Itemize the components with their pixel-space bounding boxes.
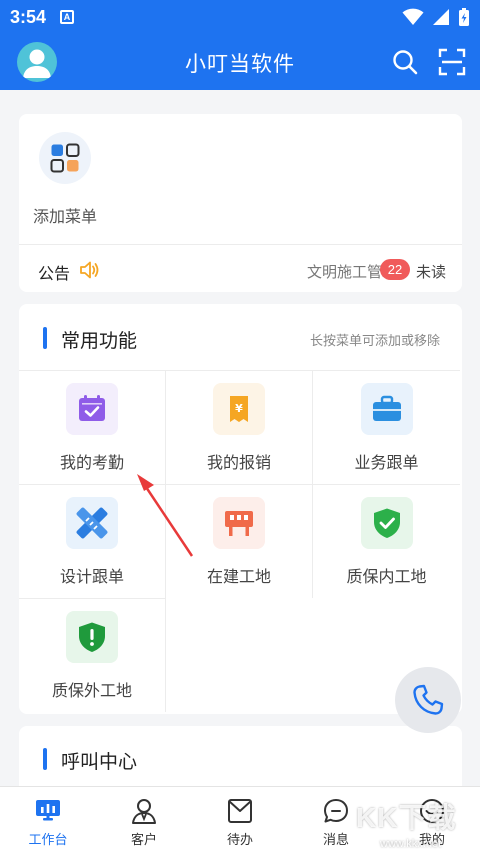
section-accent-bar	[43, 327, 47, 349]
add-menu-label[interactable]: 添加菜单	[33, 203, 97, 227]
function-item-construction-site[interactable]: 在建工地	[166, 484, 313, 598]
search-icon[interactable]	[391, 48, 419, 76]
attendance-calendar-icon	[66, 383, 118, 435]
function-label: 在建工地	[206, 567, 271, 586]
nav-label: 待办	[226, 833, 253, 848]
customer-person-icon	[132, 799, 156, 824]
notice-label: 公告	[38, 264, 71, 283]
status-time: 3:54	[10, 6, 47, 27]
construction-site-icon	[213, 497, 265, 549]
notice-text[interactable]: 文明施工管理	[307, 261, 385, 282]
unread-label[interactable]: 未读	[416, 261, 446, 282]
design-ruler-icon	[66, 497, 118, 549]
call-center-title: 呼叫中心	[61, 751, 138, 773]
status-bar: 3:54 A	[0, 0, 480, 34]
scan-icon[interactable]	[438, 48, 466, 76]
watermark-url: www.kkx.net	[380, 838, 442, 850]
unread-count-badge: 22	[380, 259, 410, 280]
function-item-business-tracking[interactable]: 业务跟单	[313, 370, 460, 484]
reimbursement-receipt-icon: ¥	[213, 383, 265, 435]
wifi-icon	[402, 8, 424, 25]
workbench-dashboard-icon	[36, 800, 60, 821]
phone-icon	[413, 684, 444, 715]
app-bar: 小叮当软件	[0, 34, 480, 90]
function-label: 我的考勤	[59, 453, 124, 472]
function-item-warranty-out[interactable]: 质保外工地	[19, 598, 166, 712]
watermark: KK下载	[356, 802, 457, 833]
function-label: 设计跟单	[59, 567, 124, 586]
common-functions-card: 常用功能 长按菜单可添加或移除 我的考勤 ¥ 我的报销 业务跟单 设计跟单 在建…	[19, 304, 462, 714]
grid-apps-icon	[50, 143, 80, 173]
business-briefcase-icon	[360, 383, 413, 435]
function-label: 质保外工地	[51, 681, 132, 700]
function-label: 质保内工地	[346, 567, 427, 586]
nav-label: 客户	[130, 833, 157, 848]
function-label: 业务跟单	[354, 453, 419, 472]
function-item-warranty-in[interactable]: 质保内工地	[313, 484, 460, 598]
warranty-shield-alert-icon	[66, 611, 118, 663]
function-item-attendance[interactable]: 我的考勤	[19, 370, 166, 484]
function-item-design-tracking[interactable]: 设计跟单	[19, 484, 166, 598]
speaker-icon	[80, 261, 99, 279]
quick-menu-card: 添加菜单 公告 文明施工管理 22 未读	[19, 114, 462, 292]
function-label: 我的报销	[206, 453, 271, 472]
section-hint: 长按菜单可添加或移除	[309, 334, 440, 349]
notification-app-icon: A	[60, 10, 75, 24]
battery-icon	[459, 8, 469, 26]
message-bubble-icon	[324, 799, 348, 823]
divider	[19, 244, 462, 245]
add-menu-button[interactable]	[39, 132, 91, 184]
nav-label: 消息	[322, 833, 349, 848]
svg-text:¥: ¥	[235, 402, 243, 415]
nav-label: 工作台	[28, 833, 68, 848]
todo-envelope-icon	[228, 799, 252, 823]
phone-call-button[interactable]	[395, 667, 461, 733]
nav-item-customer[interactable]: 客户	[96, 787, 192, 853]
status-icons	[402, 7, 470, 27]
function-item-reimbursement[interactable]: ¥ 我的报销	[166, 370, 313, 484]
nav-item-todo[interactable]: 待办	[192, 787, 288, 853]
signal-icon	[433, 9, 449, 25]
section-accent-bar	[43, 748, 47, 770]
warranty-shield-check-icon	[360, 497, 413, 549]
nav-item-workbench[interactable]: 工作台	[0, 787, 96, 853]
section-title: 常用功能	[61, 330, 138, 352]
